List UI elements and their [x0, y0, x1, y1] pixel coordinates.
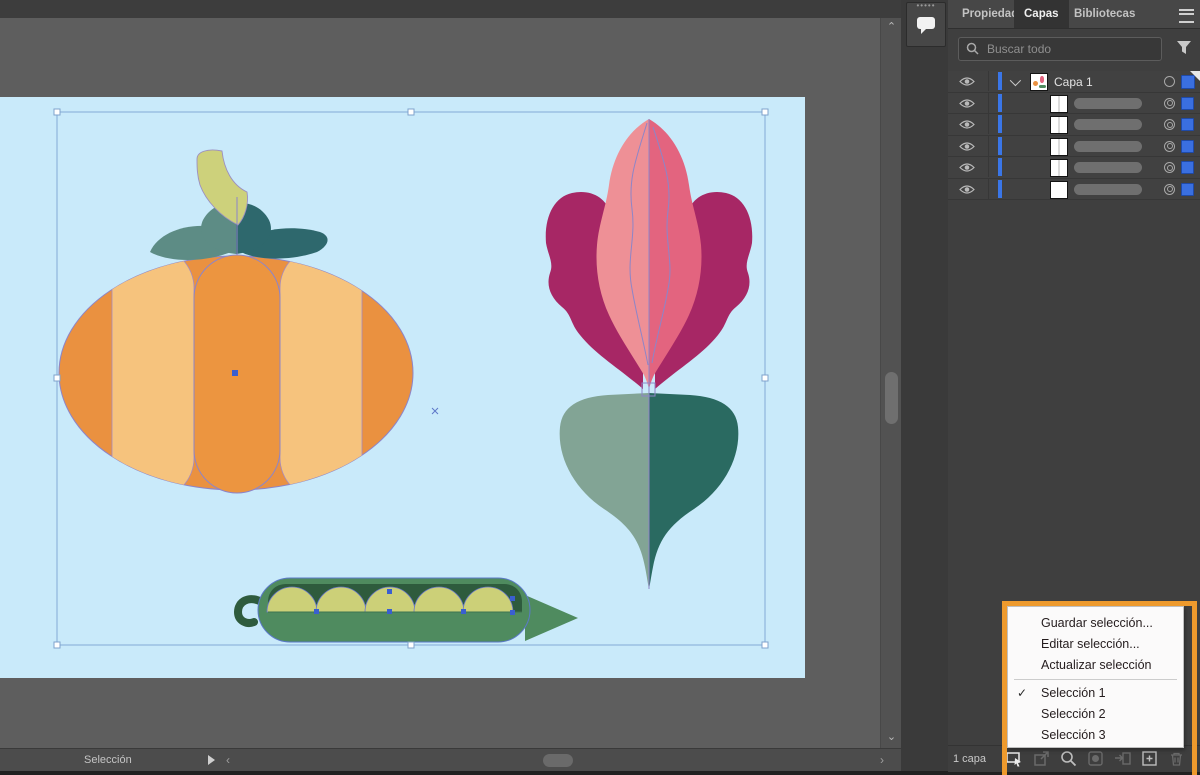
canvas-top-strip — [0, 0, 901, 19]
panel-dock: ••••• — [901, 0, 949, 771]
panel-tab-bar: Propiedades Capas Bibliotecas — [948, 0, 1200, 29]
target-circle-icon[interactable] — [1164, 76, 1175, 87]
path-thumbnail[interactable] — [1050, 94, 1068, 113]
horizontal-scroll-thumb[interactable] — [543, 754, 573, 767]
column-divider — [988, 71, 989, 91]
visibility-eye-icon[interactable] — [959, 162, 975, 173]
menu-item-editar[interactable]: Editar selección... — [1008, 634, 1183, 655]
visibility-eye-icon[interactable] — [959, 98, 975, 109]
check-icon: ✓ — [1017, 686, 1028, 700]
layer-selection-bar — [998, 179, 1002, 198]
target-circle-icon[interactable] — [1164, 140, 1175, 152]
hscroll-left-icon[interactable]: ‹ — [226, 753, 230, 767]
vegetables-artwork[interactable] — [0, 97, 805, 678]
layer-thumbnail[interactable] — [1030, 73, 1048, 91]
sublayer-row[interactable] — [948, 135, 1200, 157]
layer-selection-bar — [998, 93, 1002, 112]
status-tool-label: Selección — [84, 754, 132, 766]
make-mask-icon[interactable] — [1087, 750, 1104, 767]
path-thumbnail[interactable] — [1050, 137, 1068, 156]
layer-row-capa1[interactable]: Capa 1 — [948, 71, 1200, 93]
selection-color-chip[interactable] — [1181, 182, 1194, 196]
new-layer-icon[interactable] — [1141, 750, 1158, 767]
visibility-eye-icon[interactable] — [959, 141, 975, 152]
selection-color-chip[interactable] — [1181, 161, 1194, 174]
selection-color-chip[interactable] — [1181, 96, 1194, 110]
path-name-placeholder[interactable] — [1074, 183, 1142, 195]
path-thumbnail[interactable] — [1050, 180, 1068, 199]
layer-name[interactable]: Capa 1 — [1054, 75, 1093, 89]
menu-item-seleccion-1[interactable]: ✓ Selección 1 — [1008, 683, 1183, 704]
pumpkin-illustration — [58, 149, 439, 494]
path-name-placeholder[interactable] — [1074, 119, 1142, 130]
path-thumbnail[interactable] — [1050, 159, 1068, 177]
selection-color-chip[interactable] — [1181, 139, 1194, 153]
chevron-down-icon[interactable] — [1009, 74, 1022, 87]
visibility-eye-icon[interactable] — [959, 76, 975, 87]
status-menu-arrow-icon[interactable] — [208, 755, 215, 765]
comments-panel-button[interactable]: ••••• — [906, 1, 946, 47]
search-input[interactable] — [985, 40, 1157, 58]
target-circle-icon[interactable] — [1164, 162, 1175, 173]
illustrator-window: ⌃ ⌄ Selección ‹ › ••••• Propiedades Capa… — [0, 0, 1200, 775]
sublayer-row[interactable] — [948, 178, 1200, 200]
layer-selection-bar — [998, 72, 1002, 90]
path-thumbnail[interactable] — [1050, 116, 1068, 134]
menu-item-seleccion-3[interactable]: Selección 3 — [1008, 725, 1183, 746]
vertical-scrollbar[interactable]: ⌃ ⌄ — [880, 18, 902, 748]
path-name-placeholder[interactable] — [1074, 97, 1142, 109]
selection-context-menu: Guardar selección... Editar selección...… — [1007, 606, 1184, 748]
layer-count-label: 1 capa — [953, 753, 987, 765]
visibility-eye-icon[interactable] — [959, 119, 975, 130]
layer-selection-bar — [998, 136, 1002, 155]
sublayer-row[interactable] — [948, 92, 1200, 114]
panel-menu-icon[interactable] — [1179, 9, 1194, 23]
artboard[interactable] — [0, 97, 805, 678]
comment-bubble-icon — [917, 17, 935, 34]
layers-panel-footer: 1 capa — [948, 745, 1200, 772]
search-box[interactable] — [958, 37, 1162, 61]
path-name-placeholder[interactable] — [1074, 162, 1142, 173]
hscroll-right-icon[interactable]: › — [880, 753, 884, 767]
make-selection-icon[interactable] — [1006, 750, 1023, 767]
filter-icon[interactable] — [1176, 40, 1192, 55]
visibility-eye-icon[interactable] — [959, 184, 975, 195]
target-circle-icon[interactable] — [1164, 119, 1175, 130]
vertical-scroll-thumb[interactable] — [885, 372, 898, 424]
menu-item-actualizar[interactable]: Actualizar selección — [1008, 655, 1183, 676]
search-row — [948, 36, 1200, 64]
path-name-placeholder[interactable] — [1074, 140, 1142, 152]
layer-selection-bar — [998, 115, 1002, 133]
delete-layer-icon[interactable] — [1168, 750, 1185, 767]
dock-grip-dots: ••••• — [916, 1, 936, 10]
search-icon — [966, 42, 979, 55]
locate-object-icon[interactable] — [1060, 750, 1077, 767]
sublayer-row[interactable] — [948, 157, 1200, 179]
panel-fold-corner — [1190, 71, 1200, 81]
target-circle-icon[interactable] — [1164, 183, 1175, 195]
tab-bibliotecas[interactable]: Bibliotecas — [1064, 0, 1145, 28]
menu-item-guardar[interactable]: Guardar selección... — [1008, 613, 1183, 634]
sublayer-row[interactable] — [948, 114, 1200, 136]
target-circle-icon[interactable] — [1164, 97, 1175, 109]
scroll-up-icon[interactable]: ⌃ — [881, 20, 902, 34]
layer-selection-bar — [998, 158, 1002, 176]
scroll-down-icon[interactable]: ⌄ — [881, 730, 902, 744]
menu-separator — [1014, 679, 1177, 680]
selection-color-chip[interactable] — [1181, 118, 1194, 131]
status-bar: Selección ‹ › — [0, 748, 901, 772]
menu-item-seleccion-2[interactable]: Selección 2 — [1008, 704, 1183, 725]
beet-illustration — [545, 119, 753, 589]
layers-list: Capa 1 — [948, 71, 1200, 200]
peapod-illustration — [233, 577, 578, 643]
export-icon[interactable] — [1033, 750, 1050, 767]
tab-capas[interactable]: Capas — [1014, 0, 1069, 28]
new-sublayer-icon[interactable] — [1114, 750, 1131, 767]
